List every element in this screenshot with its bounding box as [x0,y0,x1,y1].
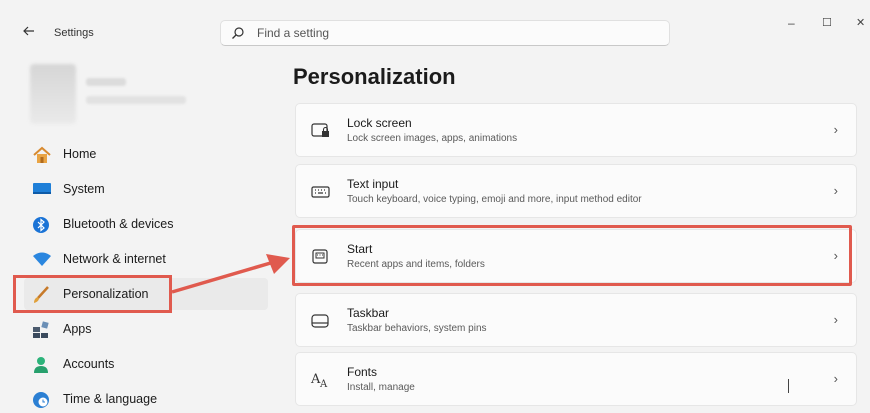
minimize-button[interactable]: – [788,16,795,30]
close-button[interactable]: ✕ [856,16,865,29]
user-name-redacted [86,78,126,86]
settings-window: Settings Find a setting – ☐ ✕ Home Syste… [0,0,870,413]
card-title: Lock screen [347,116,412,130]
svg-text:A: A [319,379,328,390]
card-title: Fonts [347,365,378,379]
chevron-right-icon: › [833,122,838,137]
sidebar-item-label: Network & internet [63,252,166,266]
title-bar: Settings Find a setting – ☐ ✕ [0,0,870,64]
card-subtitle: Taskbar behaviors, system pins [347,323,487,334]
home-icon [32,146,51,163]
sidebar-item-label: Bluetooth & devices [63,217,174,231]
chevron-right-icon: › [833,371,838,386]
annotation-arrow-icon [171,254,290,294]
person-icon [32,356,50,373]
card-title: Text input [347,177,399,191]
page-title: Personalization [293,64,456,89]
text-cursor [788,379,789,393]
sidebar-item-system[interactable]: System [24,173,268,205]
selection-indicator [13,286,16,302]
card-title: Taskbar [347,306,390,320]
card-taskbar[interactable]: Taskbar Taskbar behaviors, system pins › [295,293,857,347]
card-subtitle: Touch keyboard, voice typing, emoji and … [347,194,642,205]
sidebar-item-label: Apps [63,322,92,336]
chevron-right-icon: › [833,183,838,198]
card-fonts[interactable]: A A Fonts Install, manage › [295,352,857,406]
sidebar-item-label: Time & language [63,392,158,406]
search-input[interactable]: Find a setting [257,26,329,40]
lock-screen-icon [310,121,332,141]
globe-clock-icon [32,391,50,408]
monitor-icon [32,181,51,197]
apps-icon [32,321,50,338]
app-title: Settings [54,27,94,39]
card-text-input[interactable]: Text input Touch keyboard, voice typing,… [295,164,857,218]
sidebar-item-apps[interactable]: Apps [24,313,268,345]
sidebar-item-label: Personalization [63,287,149,301]
chevron-right-icon: › [833,248,838,263]
sidebar-item-accounts[interactable]: Accounts [24,348,268,380]
card-subtitle: Install, manage [347,382,415,393]
keyboard-icon [310,182,332,202]
sidebar-item-label: Accounts [63,357,115,371]
back-button[interactable] [22,24,42,42]
paintbrush-icon [32,286,50,303]
card-subtitle: Lock screen images, apps, animations [347,133,518,144]
chevron-right-icon: › [833,312,838,327]
sidebar-item-home[interactable]: Home [24,138,268,170]
card-title: Start [347,242,373,256]
card-lock-screen[interactable]: Lock screen Lock screen images, apps, an… [295,103,857,157]
taskbar-icon [310,311,332,331]
sidebar-item-time-language[interactable]: Time & language [24,383,268,413]
card-start[interactable]: Start Recent apps and items, folders › [295,229,857,283]
sidebar-item-label: Home [63,147,97,161]
bluetooth-icon [32,216,50,233]
user-email-redacted [86,96,186,104]
arrow-left-icon [23,26,34,36]
search-box[interactable]: Find a setting [220,20,670,46]
fonts-icon: A A [310,370,332,390]
maximize-button[interactable]: ☐ [822,16,832,29]
avatar[interactable] [30,64,76,124]
search-icon [231,26,245,45]
sidebar-item-bluetooth[interactable]: Bluetooth & devices [24,208,268,240]
card-subtitle: Recent apps and items, folders [347,259,485,270]
sidebar-item-label: System [63,182,105,196]
wifi-icon [32,251,51,267]
start-menu-icon [310,247,332,267]
